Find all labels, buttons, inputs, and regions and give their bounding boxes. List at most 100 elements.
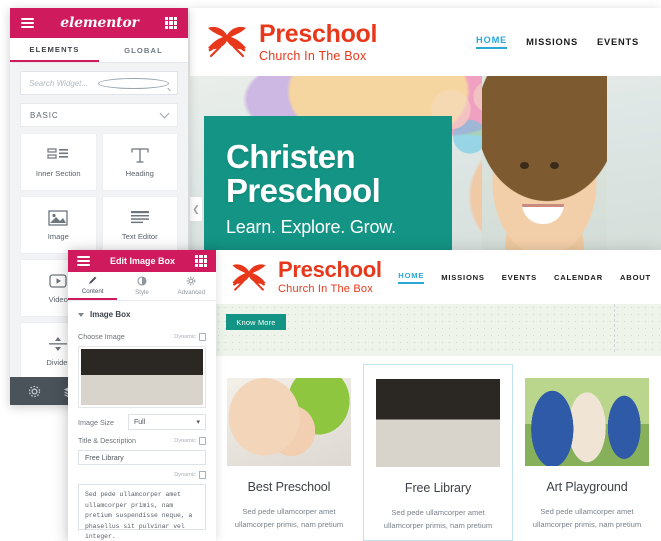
card-description: Sed pede ullamcorper amet ullamcorper pr…	[234, 507, 344, 530]
nav-item-events[interactable]: EVENTS	[597, 37, 639, 47]
nav-item-events[interactable]: EVENTS	[502, 273, 537, 282]
front-site-nav: HOME MISSIONS EVENTS CALENDAR ABOUT	[398, 271, 651, 284]
card-description: Sed pede ullamcorper amet ullamcorper pr…	[383, 508, 493, 531]
contrast-half-circle-icon	[137, 276, 147, 286]
image-icon	[47, 209, 69, 227]
tab-elements[interactable]: ELEMENTS	[10, 38, 99, 62]
tab-global[interactable]: GLOBAL	[99, 38, 188, 62]
widget-image[interactable]: Image	[20, 196, 97, 254]
dynamic-tag-control[interactable]: Dynamic	[174, 436, 206, 445]
card-title: Art Playground	[546, 480, 628, 494]
database-icon	[199, 471, 206, 479]
image-size-select[interactable]: Full ▾	[128, 414, 206, 430]
description-dynamic-row: Dynamic	[78, 471, 206, 479]
description-textarea[interactable]: Sed pede ullamcorper amet ullamcorper pr…	[78, 484, 206, 540]
widget-text-editor[interactable]: Text Editor	[101, 196, 178, 254]
image-thumbnail-preview[interactable]	[78, 346, 206, 408]
chevron-down-icon	[159, 108, 170, 119]
section-title: Image Box	[90, 310, 131, 319]
know-more-button[interactable]: Know More	[226, 314, 286, 330]
image-box-section-header[interactable]: Image Box	[78, 301, 206, 326]
chevron-down-icon	[78, 312, 84, 317]
site-logo[interactable]: Preschool Church In The Box	[204, 19, 378, 63]
widget-label: Divider	[46, 358, 71, 367]
dynamic-tag-control[interactable]: Dynamic	[174, 332, 206, 341]
dynamic-label: Dynamic	[174, 333, 196, 340]
open-book-icon	[204, 22, 250, 62]
tab-style[interactable]: Style	[117, 272, 166, 300]
website-preview-window: Preschool Church In The Box HOME MISSION…	[190, 8, 661, 270]
children-with-pencils-photo	[227, 378, 351, 466]
edit-panel-topbar: Edit Image Box	[68, 250, 216, 272]
gear-icon	[186, 276, 196, 286]
tab-content[interactable]: Content	[68, 272, 118, 300]
apps-grid-icon[interactable]	[194, 255, 207, 267]
apps-grid-icon[interactable]	[164, 17, 177, 29]
title-input[interactable]: Free Library	[78, 450, 206, 465]
search-widget-input[interactable]: Search Widget...	[20, 71, 178, 95]
search-row: Search Widget...	[10, 63, 188, 101]
inner-section-icon	[47, 146, 69, 164]
card-free-library[interactable]: Free Library Sed pede ullamcorper amet u…	[363, 364, 513, 541]
widget-label: Video	[48, 295, 68, 304]
site-header: Preschool Church In The Box HOME MISSION…	[190, 8, 661, 77]
front-site-header: Preschool Church In The Box HOME MISSION…	[215, 250, 661, 305]
hamburger-menu-icon[interactable]	[77, 256, 90, 266]
library-bookshelves-photo	[376, 379, 500, 467]
title-description-label: Title & Description	[78, 436, 137, 445]
card-art-playground[interactable]: Art Playground Sed pede ullamcorper amet…	[513, 364, 661, 541]
widget-inner-section[interactable]: Inner Section	[20, 133, 97, 191]
edit-panel-tabs: Content Style Advanced	[68, 272, 216, 301]
search-placeholder: Search Widget...	[29, 78, 89, 88]
nav-item-missions[interactable]: MISSIONS	[441, 273, 485, 282]
elementor-panel-tabs: ELEMENTS GLOBAL	[10, 38, 188, 63]
nav-item-missions[interactable]: MISSIONS	[526, 37, 578, 47]
category-basic-header[interactable]: BASIC	[20, 103, 178, 127]
hero-heading-line1: Christen	[226, 138, 356, 175]
open-book-icon	[229, 260, 269, 295]
elementor-panel-topbar: elementor	[10, 8, 188, 38]
site-logo-subtitle: Church In The Box	[259, 48, 367, 63]
image-size-value: Full	[134, 418, 146, 426]
dotted-background-band: Know More	[215, 304, 661, 356]
front-site-logo[interactable]: Preschool Church In The Box	[229, 259, 382, 295]
choose-image-label: Choose Image	[78, 332, 125, 341]
hero-child-photo	[482, 76, 607, 270]
widget-label: Image	[47, 232, 69, 241]
tab-advanced[interactable]: Advanced	[167, 272, 216, 300]
dynamic-tag-control[interactable]: Dynamic	[174, 471, 206, 479]
dynamic-label: Dynamic	[174, 437, 196, 444]
children-tug-of-war-photo	[525, 378, 649, 466]
card-description: Sed pede ullamcorper amet ullamcorper pr…	[532, 507, 642, 530]
title-description-row: Title & Description Dynamic	[78, 436, 206, 445]
tab-label: Content	[81, 288, 104, 295]
settings-gear-icon[interactable]	[28, 385, 41, 398]
card-title: Best Preschool	[247, 480, 331, 494]
divider-icon	[47, 335, 69, 353]
chevron-left-icon[interactable]: ❮	[190, 196, 203, 222]
choose-image-row: Choose Image Dynamic	[78, 332, 206, 341]
image-size-row: Image Size Full ▾	[78, 414, 206, 430]
nav-item-home[interactable]: HOME	[476, 35, 508, 49]
library-bookshelves-photo	[81, 349, 203, 405]
card-title: Free Library	[404, 481, 472, 495]
category-basic-label: BASIC	[30, 110, 59, 120]
site-nav: HOME MISSIONS EVENTS	[476, 35, 639, 49]
chevron-down-icon: ▾	[196, 419, 200, 426]
heading-t-icon	[129, 146, 151, 164]
nav-item-home[interactable]: HOME	[398, 271, 425, 284]
site-logo-title: Preschool	[259, 19, 378, 48]
nav-item-calendar[interactable]: CALENDAR	[554, 273, 603, 282]
hamburger-menu-icon[interactable]	[21, 18, 34, 28]
text-editor-icon	[129, 209, 151, 227]
tab-label: Style	[135, 289, 149, 296]
widget-heading[interactable]: Heading	[101, 133, 178, 191]
search-icon	[98, 77, 169, 89]
database-icon	[199, 436, 206, 445]
pencil-icon	[88, 275, 98, 285]
widget-label: Inner Section	[35, 169, 81, 178]
nav-item-about[interactable]: ABOUT	[620, 273, 651, 282]
card-best-preschool[interactable]: Best Preschool Sed pede ullamcorper amet…	[215, 364, 363, 541]
widget-label: Heading	[125, 169, 154, 178]
edit-image-box-panel: Edit Image Box Content Style Advanced Im…	[68, 250, 216, 541]
